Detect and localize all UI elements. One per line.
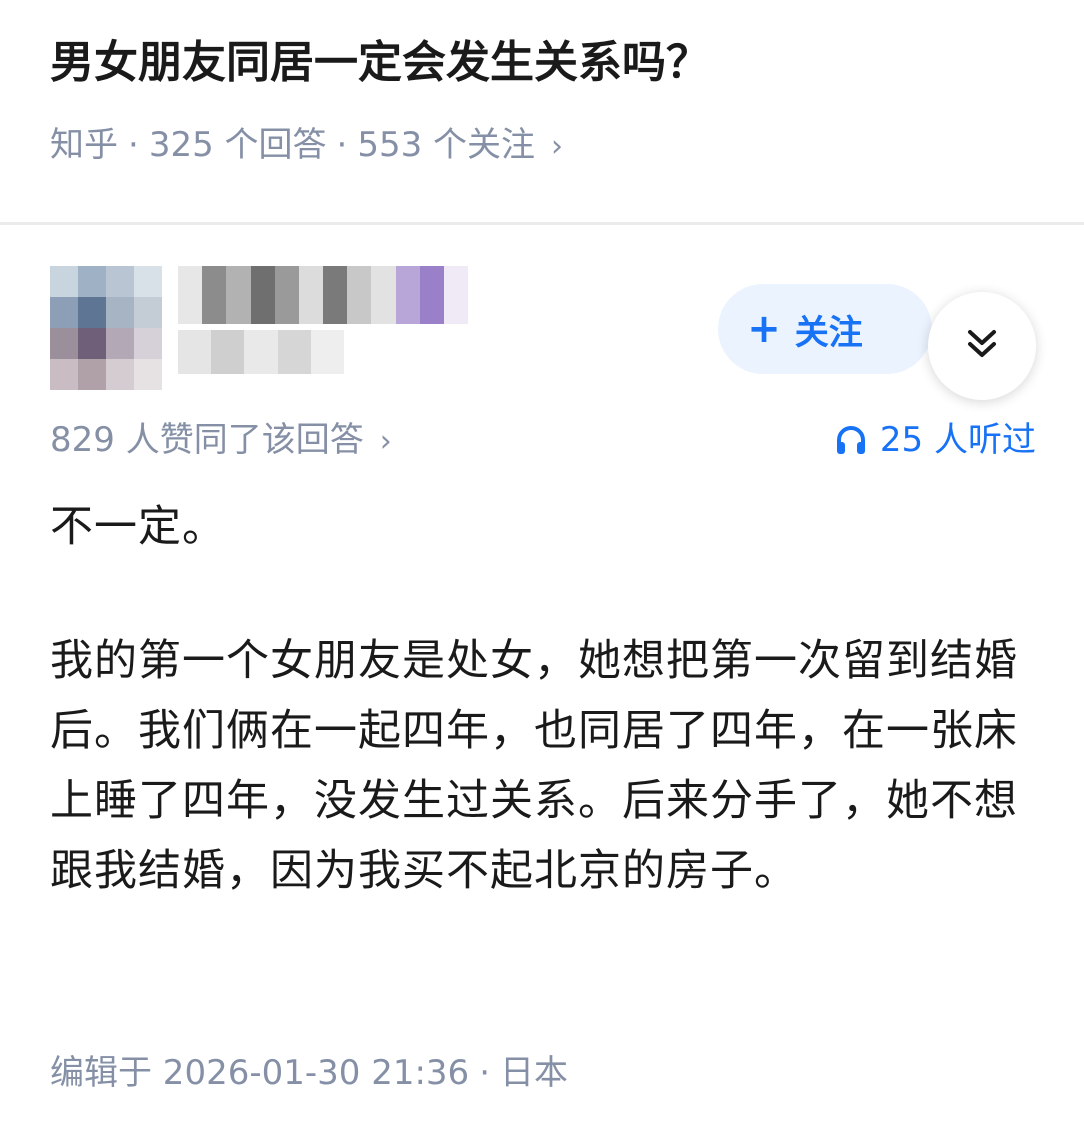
blur-pixel [78,359,106,390]
answer-paragraph: 不一定。 [50,502,226,552]
blur-pixel [395,266,420,324]
listen-count[interactable]: 25 人听过 [834,414,1036,466]
blur-pixel [443,266,469,324]
ip-location: 日本 [500,1053,569,1093]
blur-pixel [419,266,444,324]
chevrons-down-icon [964,326,1000,366]
chevron-right-icon: › [379,424,392,459]
blur-pixel [78,297,106,328]
meta-separator: · [336,125,348,165]
blur-pixel [78,328,106,359]
answer-content[interactable]: 不一定。 我的第一个女朋友是处女，她想把第一次留到结婚后。我们俩在一起四年，也同… [50,492,1040,906]
blur-pixel [274,266,299,324]
upvote-summary[interactable]: 829 人赞同了该回答 › [50,414,392,468]
blur-pixel [347,266,372,324]
blur-pixel [106,266,134,297]
blur-pixel [310,330,345,374]
meta-separator: · [479,1053,491,1093]
blur-pixel [134,297,162,328]
edit-info: 编辑于 2026-01-30 21:36 · 日本 [50,1046,568,1100]
follow-button[interactable]: + 关注 [718,284,932,374]
question-title[interactable]: 男女朋友同居一定会发生关系吗？ [50,30,1040,96]
blur-pixel [50,266,78,297]
avatar[interactable] [50,266,162,390]
blur-pixel [50,297,78,328]
upvote-text: 829 人赞同了该回答 [50,420,364,460]
blur-pixel [226,266,251,324]
blur-pixel [178,330,212,374]
blur-pixel [106,297,134,328]
blur-pixel [371,266,396,324]
source-label: 知乎 [50,125,118,165]
blur-pixel [323,266,348,324]
blur-pixel [202,266,227,324]
blur-pixel [134,266,162,297]
blur-pixel [106,359,134,390]
question-meta[interactable]: 知乎 · 325 个回答 · 553 个关注 › [50,118,563,174]
blur-pixel [134,328,162,359]
blur-pixel [250,266,275,324]
blur-pixel [244,330,278,374]
blur-pixel [298,266,324,324]
listen-text: 25 人听过 [879,420,1036,460]
author-name-blurred[interactable] [178,266,469,324]
blur-pixel [134,359,162,390]
blur-pixel [50,328,78,359]
blur-pixel [106,328,134,359]
blur-pixel [211,330,245,374]
blur-pixel [78,266,106,297]
answers-count: 325 个回答 [148,125,327,165]
chevron-right-icon: › [551,129,564,164]
expand-button[interactable] [928,292,1036,400]
headphones-icon [834,423,868,457]
meta-separator: · [128,125,139,165]
blur-pixel [50,359,78,390]
blur-pixel [277,330,311,374]
plus-icon: + [747,306,781,352]
section-divider [0,222,1084,225]
followers-count: 553 个关注 [357,125,536,165]
author-bio-blurred [178,330,345,374]
follow-button-label: 关注 [794,312,863,353]
edited-time: 编辑于 2026-01-30 21:36 [50,1053,470,1093]
answer-paragraph: 我的第一个女朋友是处女，她想把第一次留到结婚后。我们俩在一起四年，也同居了四年，… [50,636,1018,896]
blur-pixel [178,266,203,324]
